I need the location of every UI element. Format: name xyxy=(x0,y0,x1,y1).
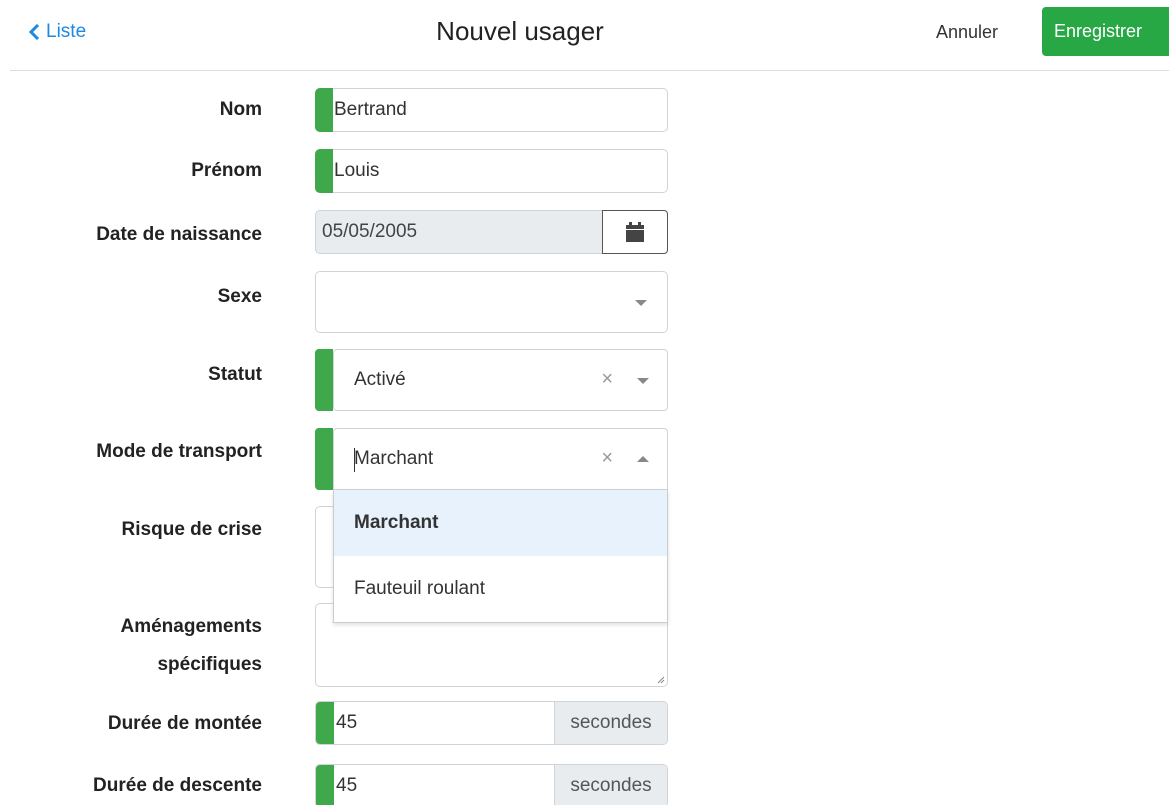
header: Liste Nouvel usager Annuler Enregistrer xyxy=(0,0,1169,70)
required-marker xyxy=(316,765,334,805)
required-marker xyxy=(316,702,334,744)
option-fauteuil-roulant[interactable]: Fauteuil roulant xyxy=(334,556,667,622)
amenagements-label-line2: spécifiques xyxy=(157,654,262,675)
naissance-label: Date de naissance xyxy=(96,224,262,245)
montee-input-group: 45 secondes xyxy=(315,701,668,745)
sexe-select[interactable] xyxy=(315,271,668,333)
required-marker xyxy=(315,428,333,490)
statut-value: Activé xyxy=(354,369,406,390)
prenom-label: Prénom xyxy=(191,160,262,181)
cancel-button[interactable]: Annuler xyxy=(936,22,998,43)
save-button[interactable]: Enregistrer xyxy=(1042,7,1169,56)
required-marker xyxy=(315,149,333,193)
prenom-value: Louis xyxy=(334,160,380,181)
date-input[interactable]: 05/05/2005 xyxy=(315,210,668,254)
resize-handle-icon[interactable] xyxy=(655,674,665,684)
montee-unit: secondes xyxy=(554,702,667,744)
nom-label: Nom xyxy=(219,99,262,120)
amenagements-label-line1: Aménagements xyxy=(120,616,263,637)
descente-unit: secondes xyxy=(554,765,667,805)
calendar-icon xyxy=(626,222,644,242)
chevron-down-icon xyxy=(637,378,649,384)
risque-label: Risque de crise xyxy=(121,519,262,540)
transport-value: Marchant xyxy=(354,448,434,469)
required-marker xyxy=(315,349,333,411)
descente-input[interactable]: 45 xyxy=(336,775,357,797)
statut-select[interactable]: Activé × xyxy=(333,349,668,411)
statut-label: Statut xyxy=(208,364,262,385)
nom-input[interactable]: Bertrand xyxy=(315,88,668,132)
descente-input-group: 45 secondes xyxy=(315,764,668,805)
chevron-down-icon xyxy=(635,300,647,306)
option-marchant[interactable]: Marchant xyxy=(334,490,667,556)
header-divider xyxy=(10,70,1169,71)
transport-label: Mode de transport xyxy=(96,441,262,462)
montee-input[interactable]: 45 xyxy=(336,712,357,734)
page-title: Nouvel usager xyxy=(436,16,604,46)
clear-icon[interactable]: × xyxy=(601,447,613,470)
transport-dropdown: Marchant Fauteuil roulant xyxy=(333,490,668,623)
transport-select[interactable]: Marchant × xyxy=(333,428,668,490)
sexe-label: Sexe xyxy=(217,286,262,307)
clear-icon[interactable]: × xyxy=(601,368,613,391)
descente-label: Durée de descente xyxy=(93,775,262,796)
prenom-input[interactable]: Louis xyxy=(315,149,668,193)
amenagements-label: Aménagements spécifiques xyxy=(121,608,263,684)
naissance-value: 05/05/2005 xyxy=(322,221,418,242)
chevron-up-icon xyxy=(637,456,649,462)
calendar-button[interactable] xyxy=(602,210,668,254)
nom-value: Bertrand xyxy=(334,99,407,120)
montee-label: Durée de montée xyxy=(107,713,262,734)
required-marker xyxy=(315,88,333,132)
